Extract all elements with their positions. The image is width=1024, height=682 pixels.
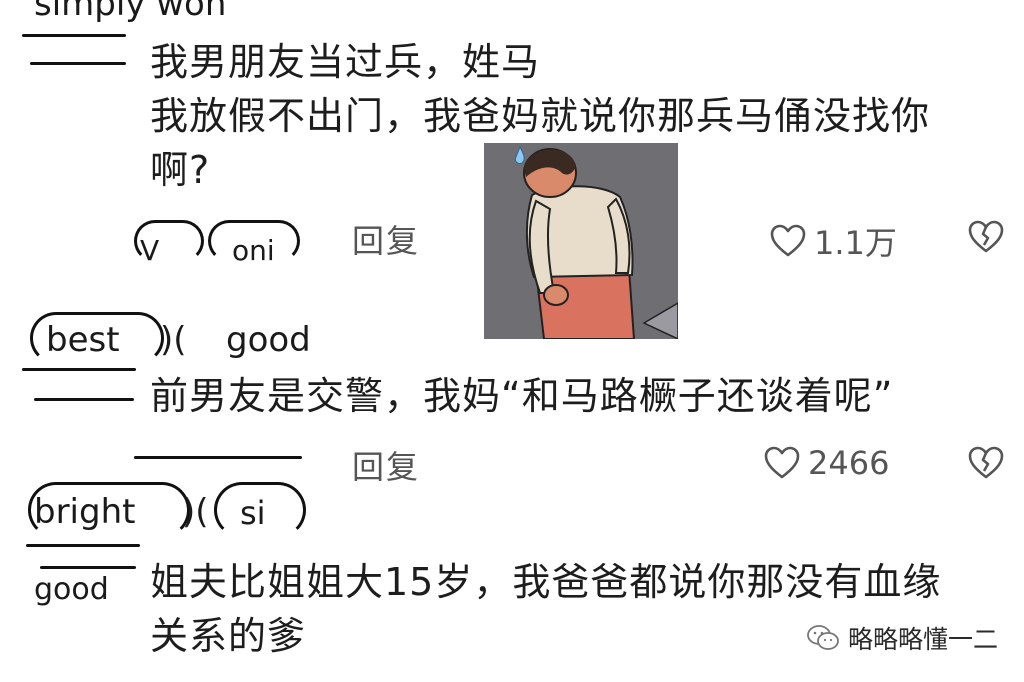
badge-divider [134, 456, 302, 459]
like-button[interactable]: 2466 [764, 444, 889, 482]
like-count: 1.1万 [814, 224, 897, 262]
username-fragment: good [226, 320, 311, 360]
watermark-text: 略略略懂一二 [847, 625, 998, 654]
dislike-broken-heart-icon[interactable] [968, 446, 1004, 480]
sticker-illustration [484, 143, 678, 339]
comment-line: 我放假不出门，我爸妈就说你那兵马俑没找你 [150, 94, 931, 138]
avatar-divider [30, 62, 126, 65]
username-fragment: good [34, 572, 109, 607]
wechat-icon [806, 624, 840, 652]
avatar-divider [22, 368, 136, 371]
reply-button[interactable]: 回复 [352, 442, 420, 488]
comment-line: 我男朋友当过兵，姓马 [150, 40, 541, 84]
dislike-broken-heart-icon[interactable] [968, 220, 1004, 254]
reply-button[interactable]: 回复 [352, 216, 420, 262]
comment-line: 姐夫比姐姐大15岁，我爸爸都说你那没有血缘 [150, 560, 942, 604]
username-fragment: si [240, 494, 266, 532]
username-fragment[interactable]: bright [34, 492, 135, 532]
comment-line: 啊? [150, 148, 211, 192]
watermark: 略略略懂一二 [806, 620, 998, 656]
badge-fragment: V [140, 234, 160, 267]
username-fragment: )( [160, 320, 187, 360]
sweat-drop-sticker[interactable] [484, 143, 678, 339]
username-fragment[interactable]: best [46, 320, 120, 360]
comment-line: 前男友是交警，我妈“和马路橛子还谈着呢” [150, 374, 894, 418]
avatar-divider [40, 566, 136, 569]
username-fragment: )( [182, 492, 209, 532]
username-fragment[interactable]: simply won [34, 0, 226, 24]
avatar-divider [22, 34, 126, 37]
like-count: 2466 [808, 444, 890, 482]
avatar-divider [26, 544, 140, 547]
heart-icon [770, 224, 806, 258]
heart-icon [764, 446, 800, 480]
comment-line: 关系的爹 [150, 614, 307, 658]
like-button[interactable]: 1.1万 [770, 218, 897, 264]
badge-fragment: oni [232, 234, 275, 267]
avatar-divider [34, 398, 134, 401]
